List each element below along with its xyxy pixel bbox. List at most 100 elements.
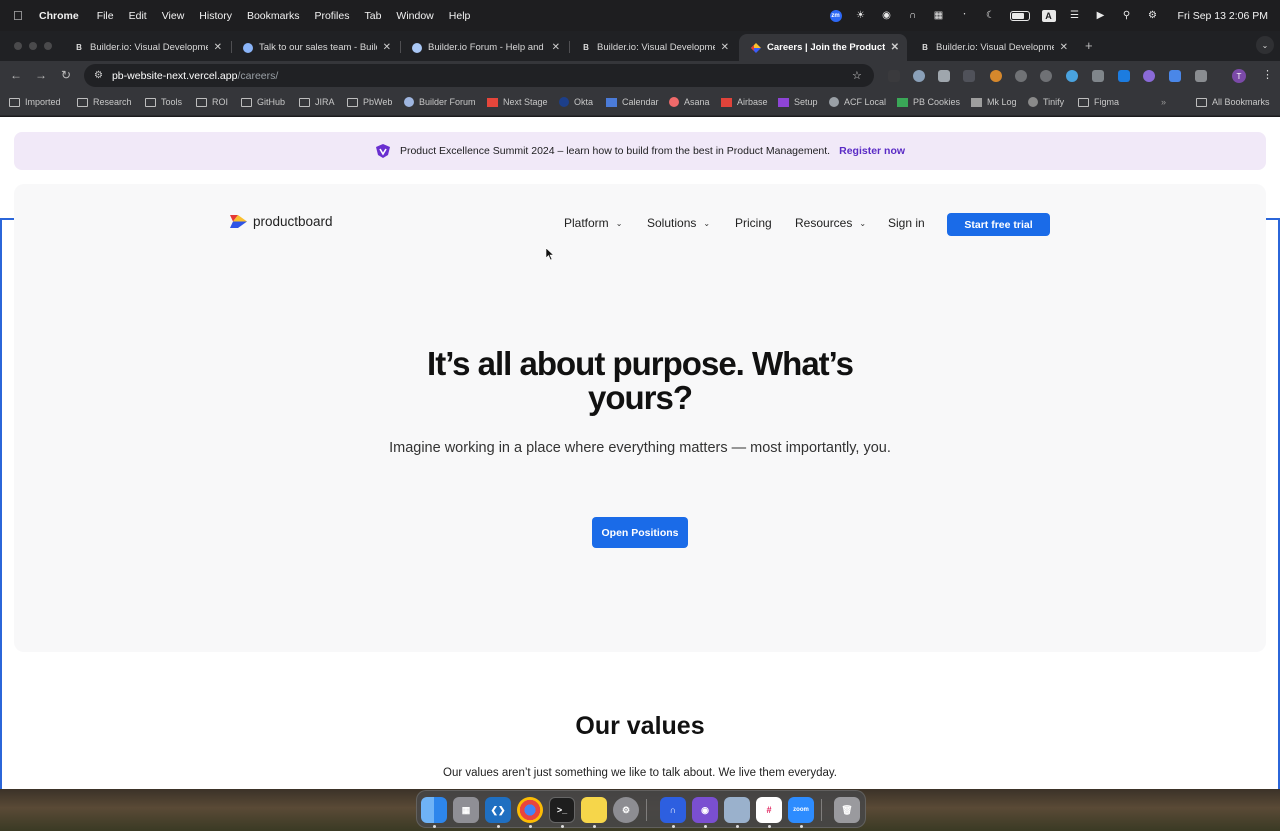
all-bookmarks-folder[interactable]: All Bookmarks	[1196, 97, 1270, 107]
new-tab-plus-icon[interactable]: +	[1085, 38, 1093, 53]
react-icon[interactable]	[1066, 70, 1078, 82]
github-desktop-icon[interactable]: ◉	[692, 797, 718, 823]
bookmark-link[interactable]: Calendar	[606, 97, 659, 107]
bookmark-link[interactable]: Setup	[778, 97, 818, 107]
bookmark-link[interactable]: Tinify	[1028, 97, 1064, 107]
sign-in-link[interactable]: Sign in	[888, 216, 925, 230]
menu-help[interactable]: Help	[449, 10, 471, 22]
menu-history[interactable]: History	[199, 10, 232, 22]
close-icon[interactable]: ✕	[1060, 42, 1068, 53]
bookmark-link[interactable]: Okta	[559, 97, 593, 107]
arc-browser-icon[interactable]: ∩	[660, 797, 686, 823]
bookmark-folder[interactable]: Imported	[9, 97, 61, 107]
browser-tab[interactable]: Talk to our sales team - Build ✕	[231, 34, 399, 61]
nav-resources[interactable]: Resources ⌄	[795, 216, 866, 230]
play-icon[interactable]: ▶	[1094, 10, 1108, 22]
bookmark-link[interactable]: Mk Log	[971, 97, 1017, 107]
menu-bookmarks[interactable]: Bookmarks	[247, 10, 300, 22]
bookmark-link[interactable]: Next Stage	[487, 97, 548, 107]
window-close-dot[interactable]	[14, 42, 22, 50]
chrome-icon[interactable]	[517, 797, 543, 823]
terminal-icon[interactable]: >_	[549, 797, 575, 823]
window-grid-icon[interactable]: ▦	[932, 10, 946, 22]
slack-icon[interactable]: #	[756, 797, 782, 823]
bookmark-link[interactable]: Asana	[669, 97, 710, 107]
menu-profiles[interactable]: Profiles	[314, 10, 349, 22]
forward-arrow-icon[interactable]: →	[35, 68, 47, 82]
reload-icon[interactable]: ↻	[61, 68, 71, 82]
apple-icon[interactable]: 	[13, 8, 27, 23]
menu-clock[interactable]: Fri Sep 13 2:06 PM	[1178, 10, 1268, 22]
menu-chrome[interactable]: Chrome	[39, 10, 79, 22]
notes-icon[interactable]	[581, 797, 607, 823]
bookmark-folder[interactable]: Tools	[145, 97, 182, 107]
bookmark-link[interactable]: PB Cookies	[897, 97, 960, 107]
bookmark-folder[interactable]: GitHub	[241, 97, 285, 107]
control-center-icon[interactable]: ⚙	[1146, 10, 1160, 22]
finder-icon[interactable]	[421, 797, 447, 823]
site-settings-icon[interactable]: ⚙	[94, 70, 103, 81]
nav-pricing[interactable]: Pricing	[735, 216, 772, 230]
window-minimize-dot[interactable]	[29, 42, 37, 50]
extension-icon[interactable]	[1169, 70, 1181, 82]
browser-tab[interactable]: B Builder.io: Visual Developmen ✕	[62, 34, 230, 61]
bookmark-link[interactable]: ACF Local	[829, 97, 886, 107]
browser-tab[interactable]: B Builder.io: Visual Developmen ✕	[908, 34, 1076, 61]
wifi-icon[interactable]: ☰	[1068, 10, 1082, 22]
extension-icon[interactable]	[1143, 70, 1155, 82]
more-options-icon[interactable]: ⋮	[1262, 68, 1273, 81]
bookmark-folder[interactable]: Research	[77, 97, 132, 107]
menu-window[interactable]: Window	[396, 10, 433, 22]
zoom-status-icon[interactable]: zm	[829, 9, 842, 22]
system-settings-icon[interactable]: ⚙	[613, 797, 639, 823]
input-source-icon[interactable]: A	[1041, 9, 1056, 22]
nav-platform[interactable]: Platform ⌄	[564, 216, 622, 230]
browser-tab[interactable]: B Builder.io: Visual Developmen ✕	[569, 34, 737, 61]
close-icon[interactable]: ✕	[891, 42, 899, 53]
close-icon[interactable]: ✕	[552, 42, 560, 53]
launchpad-icon[interactable]: ▦	[453, 797, 479, 823]
start-free-trial-button[interactable]: Start free trial	[947, 213, 1050, 236]
address-bar[interactable]: ⚙ pb-website-next.vercel.app/careers/	[84, 64, 874, 87]
menu-view[interactable]: View	[162, 10, 185, 22]
battery-icon[interactable]	[1009, 10, 1030, 21]
arc-icon[interactable]: ∩	[906, 10, 920, 22]
tab-search-chevron-icon[interactable]: ⌄	[1256, 36, 1274, 54]
bluetooth-icon[interactable]: ᛫	[958, 10, 972, 22]
close-icon[interactable]: ✕	[383, 42, 391, 53]
menu-edit[interactable]: Edit	[129, 10, 147, 22]
trash-icon[interactable]: 🗑	[834, 797, 860, 823]
bookmark-folder[interactable]: ROI	[196, 97, 228, 107]
spotlight-search-icon[interactable]: ⚲	[1120, 10, 1134, 22]
menu-file[interactable]: File	[97, 10, 114, 22]
image-icon[interactable]	[1092, 70, 1104, 82]
close-icon[interactable]: ✕	[214, 42, 222, 53]
browser-tab-active[interactable]: Careers | Join the Productboa ✕	[739, 34, 907, 61]
preview-icon[interactable]	[724, 797, 750, 823]
close-icon[interactable]: ✕	[721, 42, 729, 53]
vscode-icon[interactable]: ❮❯	[485, 797, 511, 823]
bookmark-link[interactable]: Airbase	[721, 97, 768, 107]
compass-icon[interactable]	[1040, 70, 1052, 82]
open-positions-button[interactable]: Open Positions	[592, 517, 688, 548]
checkmark-icon[interactable]	[1118, 70, 1130, 82]
bookmark-folder[interactable]: Figma	[1078, 97, 1119, 107]
extension-icon[interactable]	[913, 70, 925, 82]
more-bookmarks-chevron-icon[interactable]: »	[1161, 97, 1166, 107]
browser-tab[interactable]: Builder.io Forum - Help and t ✕	[400, 34, 568, 61]
productboard-logo[interactable]: productboard	[230, 214, 333, 229]
back-arrow-icon[interactable]: ←	[10, 68, 22, 82]
menu-tab[interactable]: Tab	[364, 10, 381, 22]
window-zoom-dot[interactable]	[44, 42, 52, 50]
bookmark-star-icon[interactable]: ☆	[852, 69, 862, 82]
brightness-icon[interactable]: ☀	[854, 10, 868, 22]
puzzle-icon[interactable]	[1195, 70, 1207, 82]
chat-icon[interactable]: ◉	[880, 10, 894, 22]
focus-moon-icon[interactable]: ☾	[984, 10, 998, 22]
register-now-link[interactable]: Register now	[839, 145, 905, 157]
wordpress-icon[interactable]	[1015, 70, 1027, 82]
extension-icon[interactable]	[888, 70, 900, 82]
nav-solutions[interactable]: Solutions ⌄	[647, 216, 710, 230]
bookmark-folder[interactable]: JIRA	[299, 97, 335, 107]
bookmark-link[interactable]: Builder Forum	[404, 97, 476, 107]
